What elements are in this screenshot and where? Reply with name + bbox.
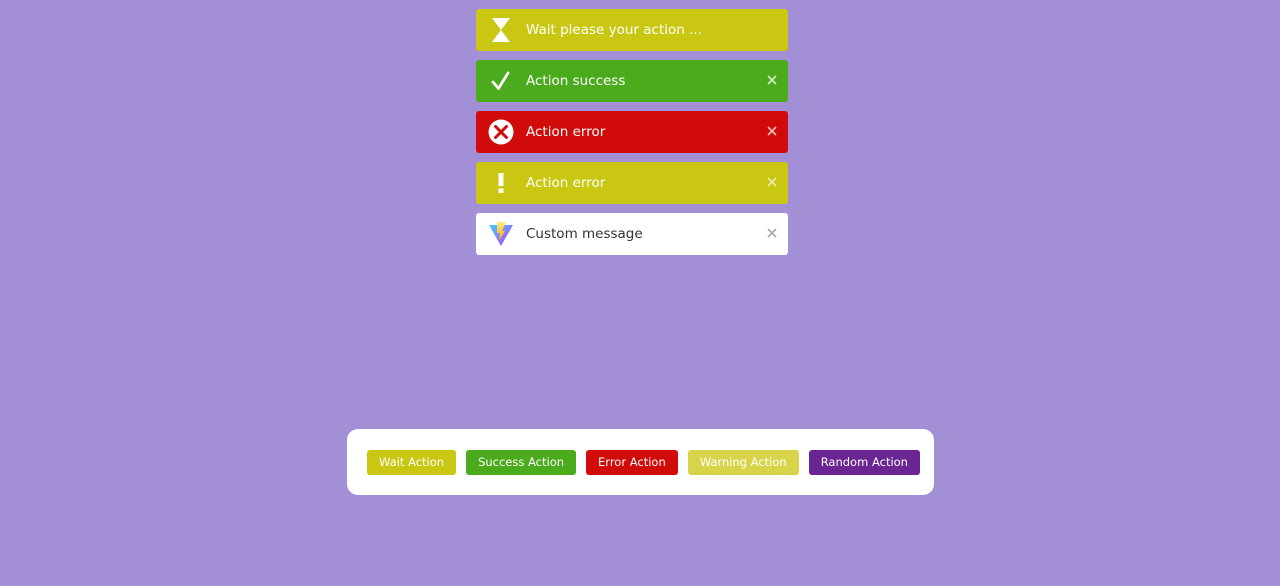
- toast-stack: Wait please your action ... Action succe…: [476, 9, 788, 255]
- error-action-button[interactable]: Error Action: [586, 449, 678, 475]
- error-circle-icon: [476, 111, 526, 153]
- close-icon[interactable]: [765, 73, 779, 87]
- action-panel: Wait Action Success Action Error Action …: [347, 429, 934, 495]
- toast-message: Wait please your action ...: [526, 22, 702, 38]
- toast-message: Action error: [526, 124, 606, 140]
- toast-message: Custom message: [526, 226, 643, 242]
- toast-message: Action error: [526, 175, 606, 191]
- close-icon[interactable]: [765, 226, 779, 240]
- warning-action-button[interactable]: Warning Action: [687, 449, 799, 475]
- close-icon[interactable]: [765, 175, 779, 189]
- toast-error: Action error: [476, 111, 788, 153]
- toast-warning: Action error: [476, 162, 788, 204]
- toast-success: Action success: [476, 60, 788, 102]
- random-action-button[interactable]: Random Action: [808, 449, 920, 475]
- wait-action-button[interactable]: Wait Action: [367, 449, 457, 475]
- close-icon[interactable]: [765, 124, 779, 138]
- toast-wait: Wait please your action ...: [476, 9, 788, 51]
- vite-logo-icon: [476, 213, 526, 255]
- checkmark-icon: [476, 60, 526, 102]
- success-action-button[interactable]: Success Action: [466, 449, 577, 475]
- toast-custom: Custom message: [476, 213, 788, 255]
- toast-message: Action success: [526, 73, 626, 89]
- exclamation-icon: [476, 162, 526, 204]
- hourglass-icon: [476, 9, 526, 51]
